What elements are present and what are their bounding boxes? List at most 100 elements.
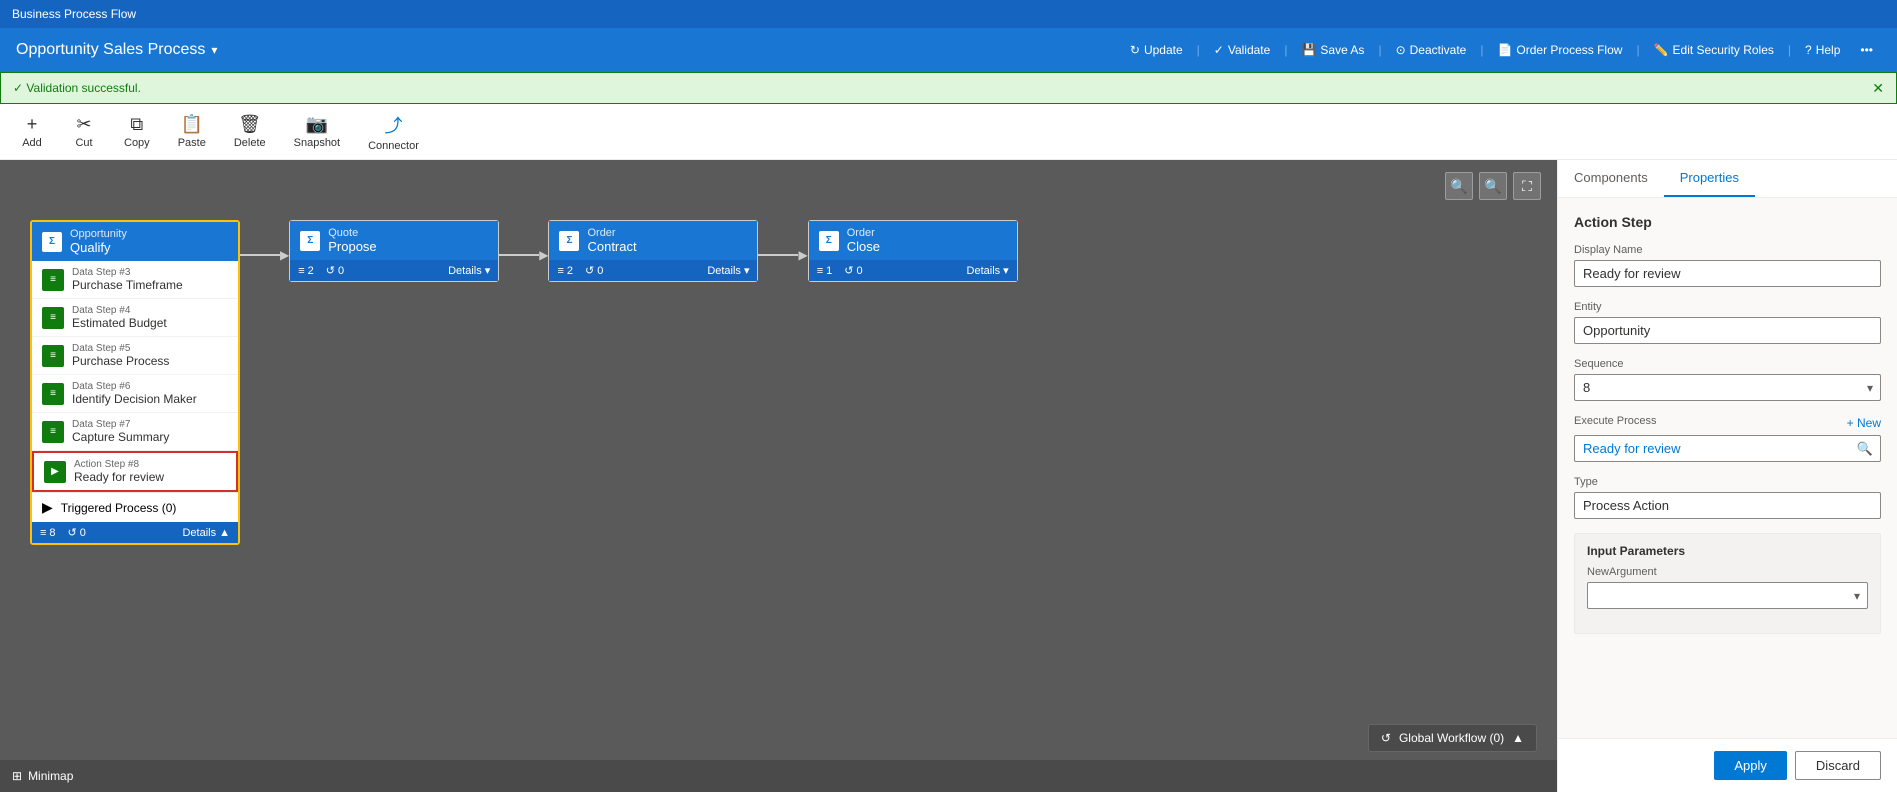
chevron-down-icon[interactable]: ▾: [211, 43, 217, 57]
type-input[interactable]: [1574, 492, 1881, 519]
details-close-button[interactable]: Details ▾: [967, 264, 1009, 277]
list-item[interactable]: ≡ Data Step #7 Capture Summary: [32, 413, 238, 451]
stage-qualify-header: Σ Opportunity Qualify: [32, 222, 238, 261]
header-left: Opportunity Sales Process ▾: [16, 41, 217, 59]
stage-contract-wrapper: Σ Order Contract ≡ 2: [548, 220, 758, 282]
action-step-8[interactable]: ▶ Action Step #8 Ready for review: [32, 451, 238, 492]
edit-security-roles-button[interactable]: ✏️ Edit Security Roles: [1646, 39, 1782, 61]
triggered-process[interactable]: ▶ Triggered Process (0): [32, 492, 238, 522]
snapshot-icon: 📷: [306, 114, 328, 135]
validation-close-button[interactable]: ✕: [1872, 80, 1884, 97]
stage-contract-icon: Σ: [559, 231, 579, 251]
flow-line: [240, 254, 280, 256]
header: Opportunity Sales Process ▾ ↻ Update | ✓…: [0, 28, 1897, 72]
deactivate-button[interactable]: ⊙ Deactivate: [1388, 39, 1475, 61]
fit-icon: ⛶: [1522, 178, 1532, 195]
copy-icon: ⧉: [130, 114, 143, 135]
update-icon: ↻: [1130, 43, 1140, 57]
fit-screen-button[interactable]: ⛶: [1513, 172, 1541, 200]
chevron-up-icon: ▲: [219, 527, 230, 539]
entity-field: Entity: [1574, 301, 1881, 344]
display-name-input[interactable]: [1574, 260, 1881, 287]
chevron-down-icon: ▾: [744, 264, 750, 277]
right-panel: Components Properties Action Step Displa…: [1557, 160, 1897, 792]
order-process-flow-button[interactable]: 📄 Order Process Flow: [1489, 39, 1630, 61]
new-argument-select[interactable]: [1587, 582, 1868, 609]
snapshot-button[interactable]: 📷 Snapshot: [282, 110, 352, 153]
validate-button[interactable]: ✓ Validate: [1206, 39, 1279, 61]
list-item[interactable]: ≡ Data Step #4 Estimated Budget: [32, 299, 238, 337]
details-button[interactable]: Details ▲: [182, 527, 230, 539]
update-button[interactable]: ↻ Update: [1122, 39, 1191, 61]
list-item[interactable]: ≡ Data Step #6 Identify Decision Maker: [32, 375, 238, 413]
more-button[interactable]: •••: [1852, 39, 1881, 61]
cut-button[interactable]: ✂ Cut: [60, 110, 108, 153]
panel-footer: Apply Discard: [1558, 738, 1897, 792]
conditions-icon: ↺: [326, 264, 335, 277]
zoom-out-button[interactable]: 🔍: [1445, 172, 1473, 200]
details-propose-button[interactable]: Details ▾: [448, 264, 490, 277]
conditions-icon: ↺: [844, 264, 853, 277]
add-button[interactable]: + Add: [8, 110, 56, 153]
stage-propose-header: Σ Quote Propose: [290, 221, 498, 260]
details-contract-button[interactable]: Details ▾: [707, 264, 749, 277]
stage-close-wrapper: Σ Order Close ≡ 1: [808, 220, 1018, 282]
stage-close-footer: ≡ 1 ↺ 0 Details ▾: [809, 260, 1017, 281]
connector-1-2: ▶: [240, 248, 289, 262]
stage-contract[interactable]: Σ Order Contract ≡ 2: [548, 220, 758, 282]
help-button[interactable]: ? Help: [1797, 39, 1848, 61]
save-as-button[interactable]: 💾 Save As: [1293, 39, 1372, 61]
flow-line: [758, 254, 798, 256]
apply-button[interactable]: Apply: [1714, 751, 1787, 780]
trigger-icon: ▶: [42, 499, 53, 516]
minimap-bar: ⊞ Minimap: [0, 760, 1557, 792]
toolbar: + Add ✂ Cut ⧉ Copy 📋 Paste 🗑 Delete 📷 Sn…: [0, 104, 1897, 160]
type-field: Type: [1574, 476, 1881, 519]
entity-input[interactable]: [1574, 317, 1881, 344]
tab-components[interactable]: Components: [1558, 160, 1664, 197]
stage-qualify-wrapper: Σ Opportunity Qualify ≡ Data Step #3: [30, 220, 240, 545]
stage-close[interactable]: Σ Order Close ≡ 1: [808, 220, 1018, 282]
delete-button[interactable]: 🗑 Delete: [222, 110, 278, 153]
conditions-icon: ↺: [585, 264, 594, 277]
validate-icon: ✓: [1214, 43, 1224, 57]
discard-button[interactable]: Discard: [1795, 751, 1881, 780]
minimap-icon: ⊞: [12, 769, 22, 783]
step-count: ≡ 8: [40, 527, 56, 539]
order-process-icon: 📄: [1497, 43, 1512, 57]
arrow-icon: ▶: [280, 248, 289, 262]
edit-icon: ✏️: [1654, 43, 1669, 57]
steps-icon: ≡: [40, 527, 46, 539]
copy-button[interactable]: ⧉ Copy: [112, 110, 162, 153]
stage-propose[interactable]: Σ Quote Propose ≡ 2: [289, 220, 499, 282]
validation-message: ✓ Validation successful.: [13, 81, 141, 95]
minimap-button[interactable]: ⊞ Minimap: [12, 769, 73, 783]
search-icon: 🔍: [1857, 441, 1873, 457]
canvas[interactable]: 🔍 🔍 ⛶ Σ Opportunity Qualify: [0, 160, 1557, 792]
list-item[interactable]: ≡ Data Step #3 Purchase Timeframe: [32, 261, 238, 299]
global-workflow-box[interactable]: ↺ Global Workflow (0) ▲: [1368, 724, 1537, 752]
stage-qualify-body: ≡ Data Step #3 Purchase Timeframe ≡ Data…: [32, 261, 238, 522]
stage-contract-footer: ≡ 2 ↺ 0 Details ▾: [549, 260, 757, 281]
list-item[interactable]: ≡ Data Step #5 Purchase Process: [32, 337, 238, 375]
stage-propose-icon: Σ: [300, 231, 320, 251]
stage-close-header: Σ Order Close: [809, 221, 1017, 260]
sequence-select[interactable]: 8: [1574, 374, 1881, 401]
new-execute-link[interactable]: + New: [1847, 416, 1881, 430]
execute-process-input[interactable]: [1574, 435, 1881, 462]
data-step-icon: ≡: [42, 345, 64, 367]
save-icon: 💾: [1301, 43, 1316, 57]
stage-qualify-icon: Σ: [42, 232, 62, 252]
connector-button[interactable]: ⤴ Connector: [356, 108, 431, 156]
input-params-section: Input Parameters NewArgument: [1574, 533, 1881, 634]
process-title: Opportunity Sales Process: [16, 41, 205, 59]
zoom-in-button[interactable]: 🔍: [1479, 172, 1507, 200]
stage-close-icon: Σ: [819, 231, 839, 251]
stage-qualify[interactable]: Σ Opportunity Qualify ≡ Data Step #3: [30, 220, 240, 545]
data-step-icon: ≡: [42, 421, 64, 443]
panel-section-title: Action Step: [1574, 214, 1881, 230]
data-step-icon: ≡: [42, 269, 64, 291]
tab-properties[interactable]: Properties: [1664, 160, 1755, 197]
paste-button[interactable]: 📋 Paste: [166, 110, 218, 153]
data-step-icon: ≡: [42, 383, 64, 405]
